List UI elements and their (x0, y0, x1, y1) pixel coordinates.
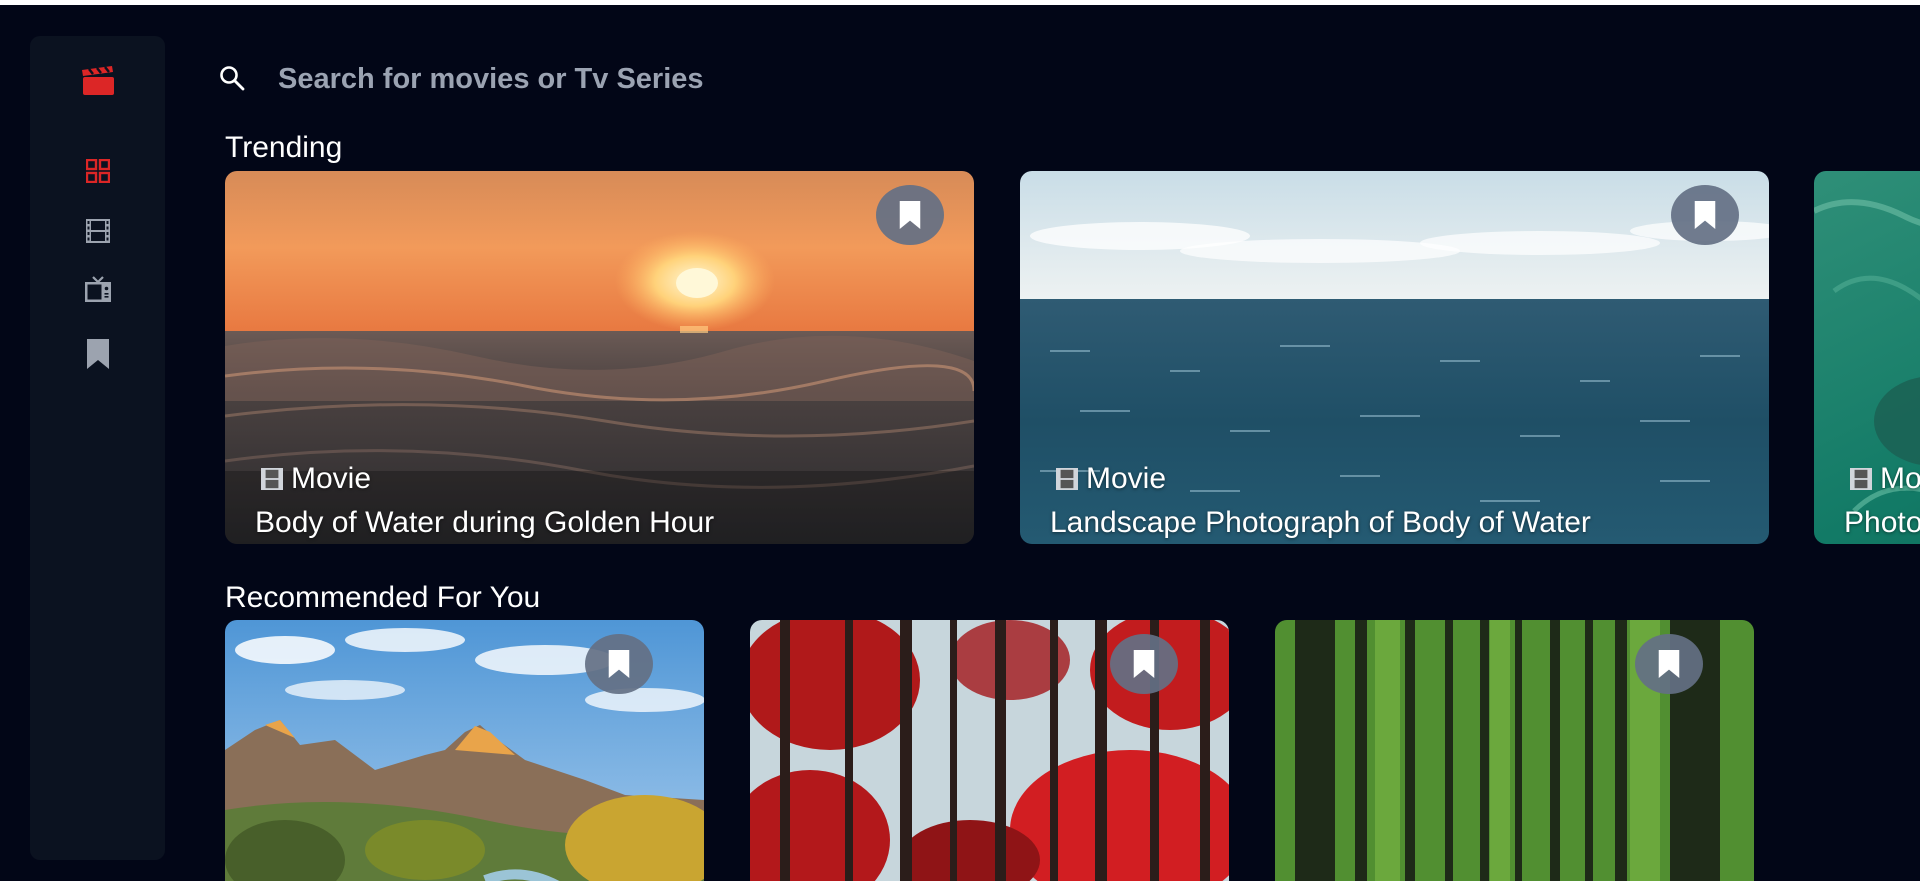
bookmark-icon (1133, 650, 1155, 678)
trending-heading: Trending (225, 131, 343, 164)
card-title: Photograph of Underwater Turtle (1844, 506, 1920, 539)
sidebar-item-home[interactable] (85, 159, 110, 183)
card-title: Body of Water during Golden Hour (255, 506, 715, 539)
recommended-heading: Recommended For You (225, 581, 541, 614)
film-icon (1056, 468, 1078, 490)
sidebar-item-movies[interactable] (85, 219, 110, 243)
card-meta: Movie (1056, 462, 1166, 496)
sidebar-item-tv-series[interactable] (84, 276, 111, 302)
bookmark-icon (1658, 650, 1680, 678)
trending-card[interactable]: Movie Photograph of Underwater Turtle (1814, 171, 1920, 544)
film-icon (261, 468, 283, 490)
app-shell: Trending (0, 5, 1920, 881)
recommended-card[interactable] (750, 620, 1229, 881)
card-meta: Movie (1850, 462, 1920, 496)
bookmark-icon (899, 201, 921, 229)
bookmark-icon (1694, 201, 1716, 229)
film-icon (1850, 468, 1872, 490)
bookmark-button[interactable] (585, 634, 653, 694)
card-meta: Movie (261, 462, 371, 496)
card-title: Landscape Photograph of Body of Water (1050, 506, 1591, 539)
card-category: Movie (1086, 462, 1167, 495)
clapperboard-icon[interactable] (81, 66, 115, 96)
search-bar (218, 50, 1118, 106)
search-input[interactable] (276, 56, 1100, 102)
search-icon (220, 66, 245, 91)
bookmark-button[interactable] (1671, 185, 1739, 245)
bookmark-button[interactable] (1110, 634, 1178, 694)
trending-card[interactable]: Movie Body of Water during Golden Hour (225, 171, 974, 544)
card-category: Movie (1880, 462, 1920, 495)
trending-card[interactable]: Movie Landscape Photograph of Body of Wa… (1020, 171, 1769, 544)
recommended-card[interactable] (225, 620, 704, 881)
bookmark-icon (86, 339, 109, 369)
bookmark-button[interactable] (1635, 634, 1703, 694)
bookmark-button[interactable] (876, 185, 944, 245)
recommended-card[interactable] (1275, 620, 1754, 881)
sidebar-item-bookmarks[interactable] (86, 339, 109, 369)
grid-icon (85, 159, 110, 183)
sidebar (30, 36, 165, 860)
tv-icon (84, 276, 111, 302)
bookmark-icon (608, 650, 630, 678)
film-icon (85, 219, 110, 243)
card-category: Movie (291, 462, 372, 495)
